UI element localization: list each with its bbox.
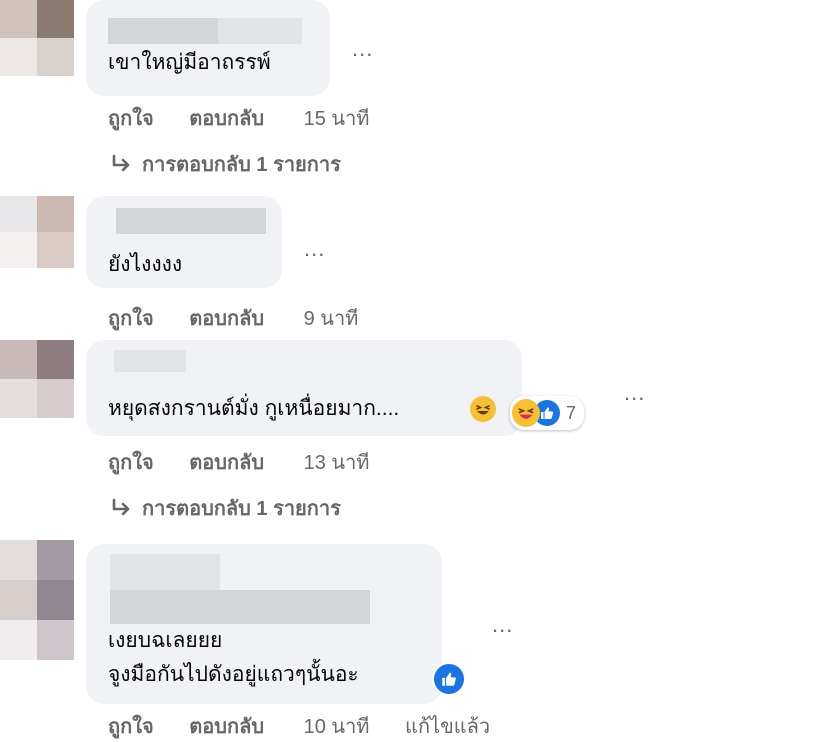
like-button[interactable]: ถูกใจ	[108, 302, 154, 334]
reply-button[interactable]: ตอบกลับ	[189, 710, 264, 742]
comment-text: เขาใหญ่มีอาถรรพ์	[108, 51, 271, 74]
more-options-icon[interactable]: ...	[304, 238, 325, 260]
comment-actions: ถูกใจ ตอบกลับ 15 นาที	[108, 102, 369, 134]
commenter-name[interactable]	[110, 590, 370, 624]
more-options-icon[interactable]: ...	[624, 382, 645, 404]
reaction-count: 7	[566, 402, 577, 423]
reply-arrow-icon	[112, 154, 130, 172]
replies-count-label: การตอบกลับ 1 รายการ	[142, 498, 341, 520]
comment-thread: เขาใหญ่มีอาถรรพ์ ... ถูกใจ ตอบกลับ 15 นา…	[0, 0, 820, 742]
timestamp[interactable]: 9 นาที	[304, 302, 359, 334]
like-reaction-icon[interactable]	[434, 664, 464, 694]
comment-text: เงยบฉเลยยย	[108, 629, 223, 652]
view-replies-link[interactable]: การตอบกลับ 1 รายการ	[110, 148, 341, 180]
comment-actions: ถูกใจ ตอบกลับ 13 นาที	[108, 446, 369, 478]
reply-button[interactable]: ตอบกลับ	[189, 446, 264, 478]
commenter-name[interactable]	[116, 208, 266, 234]
timestamp[interactable]: 15 นาที	[304, 102, 370, 134]
comment-bubble: หยุดสงกรานต์มั่ง กูเหนื่อยมาก....	[86, 340, 522, 436]
commenter-name[interactable]	[108, 18, 218, 44]
comment-bubble: ยังไงงงง	[86, 196, 282, 288]
comment-bubble: เขาใหญ่มีอาถรรพ์	[86, 0, 330, 96]
avatar[interactable]	[0, 340, 74, 418]
haha-emoji-icon	[470, 396, 496, 422]
like-button[interactable]: ถูกใจ	[108, 710, 154, 742]
commenter-name[interactable]	[110, 554, 220, 594]
avatar[interactable]	[0, 540, 74, 660]
more-options-icon[interactable]: ...	[492, 614, 513, 636]
commenter-name[interactable]	[218, 18, 302, 44]
avatar[interactable]	[0, 196, 74, 268]
haha-reaction-icon	[512, 399, 540, 427]
comment-actions: ถูกใจ ตอบกลับ 10 นาที แก้ไขแล้ว	[108, 710, 490, 742]
reply-arrow-icon	[112, 498, 130, 516]
timestamp[interactable]: 13 นาที	[304, 446, 370, 478]
reaction-summary[interactable]: 7	[510, 396, 585, 430]
comment-text: ยังไงงงง	[108, 253, 183, 276]
comment-text: หยุดสงกรานต์มั่ง กูเหนื่อยมาก....	[108, 397, 400, 420]
more-options-icon[interactable]: ...	[352, 38, 373, 60]
view-replies-link[interactable]: การตอบกลับ 1 รายการ	[110, 492, 341, 524]
like-button[interactable]: ถูกใจ	[108, 446, 154, 478]
timestamp[interactable]: 10 นาที	[304, 710, 370, 742]
reply-button[interactable]: ตอบกลับ	[189, 302, 264, 334]
avatar[interactable]	[0, 0, 74, 76]
commenter-name[interactable]	[114, 350, 186, 372]
comment-actions: ถูกใจ ตอบกลับ 9 นาที	[108, 302, 358, 334]
edited-label[interactable]: แก้ไขแล้ว	[405, 710, 490, 742]
reply-button[interactable]: ตอบกลับ	[189, 102, 264, 134]
comment-bubble: เงยบฉเลยยย จูงมือกันไปดังอยู่แถวๆนั้นอะ	[86, 544, 442, 704]
replies-count-label: การตอบกลับ 1 รายการ	[142, 154, 341, 176]
comment-text: จูงมือกันไปดังอยู่แถวๆนั้นอะ	[108, 663, 359, 686]
like-button[interactable]: ถูกใจ	[108, 102, 154, 134]
